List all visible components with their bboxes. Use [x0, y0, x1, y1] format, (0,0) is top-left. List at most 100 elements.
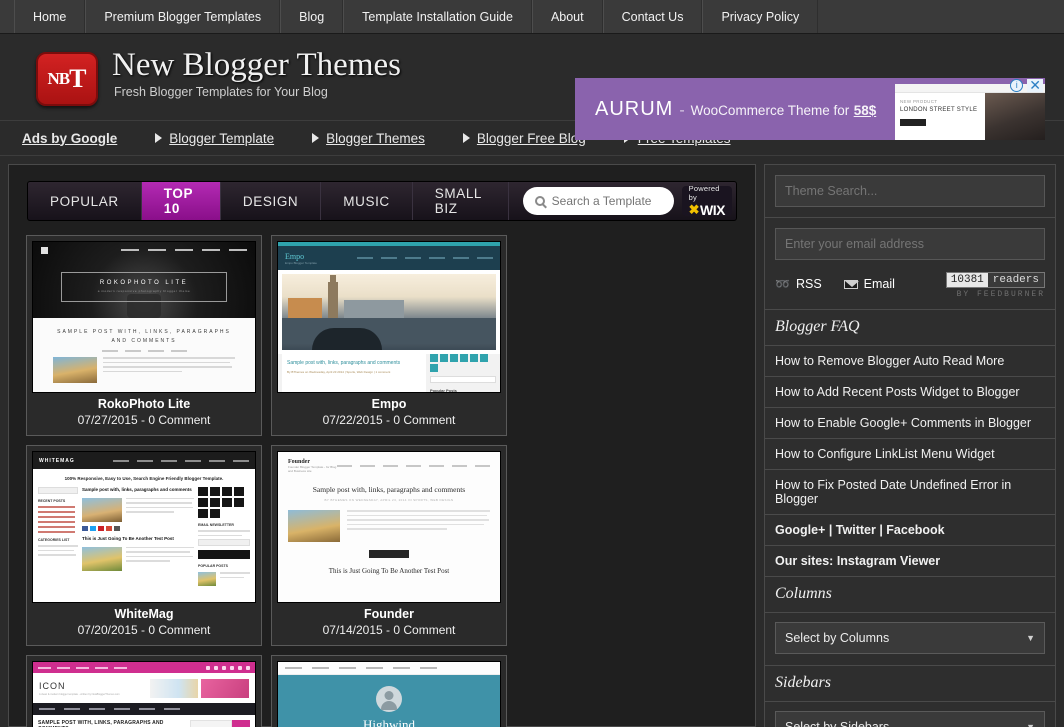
nav-item-blog[interactable]: Blog: [280, 0, 344, 33]
thumb-logo: WHITEMAG: [39, 457, 75, 464]
chevron-down-icon: ▼: [1026, 722, 1035, 727]
theme-card[interactable]: Highwind A Blogger Template by NewBlogge…: [271, 655, 507, 727]
nbt-logo-icon: NB T: [36, 52, 98, 106]
faq-link-posted-date-error[interactable]: How to Fix Posted Date Undefined Error i…: [764, 469, 1056, 514]
ads-link-blogger-themes[interactable]: Blogger Themes: [312, 131, 425, 146]
our-sites-line[interactable]: Our sites: Instagram Viewer: [764, 545, 1056, 576]
ads-link-blogger-free-blog[interactable]: Blogger Free Blog: [462, 131, 586, 146]
logo-text-nb: NB: [47, 69, 71, 88]
thumb-post-title: Sample post with, links, paragraphs and …: [312, 485, 466, 494]
sidebars-heading: Sidebars: [764, 665, 1056, 701]
thumb-post-title-2: This is Just Going To Be Another Test Po…: [82, 535, 174, 541]
rss-icon: ➿: [775, 277, 790, 291]
ad-banner-aurum[interactable]: AURUM - WooCommerce Theme for 58$ NEW PROD…: [575, 78, 1045, 140]
thumb-hero-title: ROKOPHOTO LITE: [99, 280, 189, 286]
ad-body-text: WooCommerce Theme for: [690, 102, 850, 118]
theme-thumbnail: ICON A clean & modern blogger template -…: [32, 661, 256, 727]
theme-meta: 07/20/2015 - 0 Comment: [77, 623, 211, 637]
sidebars-select-value: Select by Sidebars: [785, 720, 890, 727]
sidebars-select-wrap: Select by Sidebars ▼: [764, 701, 1056, 727]
columns-heading: Columns: [764, 576, 1056, 612]
template-search-box[interactable]: [522, 187, 674, 215]
thumb-post-title: Sample post with, links, paragraphs and …: [82, 487, 192, 492]
ad-mock-caption: NEW PRODUCT: [900, 99, 938, 104]
theme-caption: Founder 07/14/2015 - 0 Comment: [277, 603, 501, 640]
columns-select[interactable]: Select by Columns ▼: [775, 622, 1045, 654]
theme-card[interactable]: WHITEMAG 100% Responsive, Easy to Use, S…: [26, 445, 262, 646]
wix-x-icon: ✖: [688, 202, 700, 217]
site-tagline: Fresh Blogger Templates for Your Blog: [114, 84, 328, 99]
columns-select-wrap: Select by Columns ▼: [764, 612, 1056, 665]
thumb-popular-label: POPULAR POSTS: [198, 564, 228, 568]
tab-music[interactable]: MUSIC: [321, 182, 413, 220]
blogger-faq-heading: Blogger FAQ: [764, 309, 1056, 345]
theme-card[interactable]: Empo Empo Blogger Template Sample post w…: [271, 235, 507, 436]
rss-label: RSS: [795, 277, 822, 291]
subscribe-block: ➿ RSS Email 10381 readers BY FEEDBURNER: [764, 217, 1056, 309]
search-icon: [534, 196, 545, 206]
nav-item-contact-us[interactable]: Contact Us: [602, 0, 703, 33]
thumb-post-title: SAMPLE POST WITH, LINKS, PARAGRAPHS AND …: [57, 329, 231, 344]
email-link[interactable]: Email: [843, 277, 895, 291]
theme-name: Empo: [371, 397, 407, 411]
thumb-post-title: Sample post with, links, paragraphs and …: [287, 360, 401, 366]
ads-by-google-label[interactable]: Ads by Google: [22, 131, 117, 146]
ad-price: 58$: [853, 102, 877, 118]
tab-small-biz[interactable]: SMALL BIZ: [413, 182, 509, 220]
thumb-hero-sub: a modern responsive photography blogger …: [97, 289, 191, 293]
nav-item-template-installation-guide[interactable]: Template Installation Guide: [343, 0, 532, 33]
theme-thumbnail: Empo Empo Blogger Template Sample post w…: [277, 241, 501, 393]
top-navigation-bar: Home Premium Blogger Templates Blog Temp…: [0, 0, 1064, 34]
logo-text-t: T: [69, 64, 87, 93]
faq-link-linklist-menu-widget[interactable]: How to Configure LinkList Menu Widget: [764, 438, 1056, 469]
nav-item-premium-blogger-templates[interactable]: Premium Blogger Templates: [85, 0, 281, 33]
theme-caption: RokoPhoto Lite 07/27/2015 - 0 Comment: [32, 393, 256, 430]
theme-caption: WhiteMag 07/20/2015 - 0 Comment: [32, 603, 256, 640]
readers-label: readers: [987, 273, 1044, 287]
tab-popular[interactable]: POPULAR: [28, 182, 142, 220]
main-content: POPULAR TOP 10 DESIGN MUSIC SMALL BIZ Po…: [8, 164, 756, 727]
wix-name: WIX: [700, 202, 725, 218]
ads-link-blogger-template[interactable]: Blogger Template: [155, 131, 274, 146]
theme-thumbnail: WHITEMAG 100% Responsive, Easy to Use, S…: [32, 451, 256, 603]
faq-link-remove-auto-read-more[interactable]: How to Remove Blogger Auto Read More: [764, 345, 1056, 376]
nav-item-about[interactable]: About: [531, 0, 603, 33]
sidebars-select[interactable]: Select by Sidebars ▼: [775, 711, 1045, 727]
theme-search-input[interactable]: [775, 175, 1045, 207]
rss-link[interactable]: ➿ RSS: [775, 277, 822, 291]
theme-card[interactable]: ROKOPHOTO LITE a modern responsive photo…: [26, 235, 262, 436]
readers-count: 10381: [946, 273, 988, 287]
nav-item-home[interactable]: Home: [14, 0, 86, 33]
tab-top-10[interactable]: TOP 10: [141, 182, 221, 220]
tab-design[interactable]: DESIGN: [221, 182, 322, 220]
ad-close-icon[interactable]: ✕: [1027, 78, 1043, 92]
email-subscribe-input[interactable]: [775, 228, 1045, 260]
site-brand[interactable]: NB T New Blogger Themes Fresh Blogger Tem…: [36, 48, 401, 106]
ad-mock-screenshot: NEW PRODUCT LONDON STREET STYLE: [895, 84, 1045, 140]
theme-card[interactable]: ICON A clean & modern blogger template -…: [26, 655, 262, 727]
faq-link-google-plus-comments[interactable]: How to Enable Google+ Comments in Blogge…: [764, 407, 1056, 438]
thumb-logo-sub: Empo Blogger Template: [285, 260, 317, 265]
chevron-down-icon: ▼: [1026, 633, 1035, 643]
social-links-line[interactable]: Google+ | Twitter | Facebook: [764, 514, 1056, 545]
ad-info-icon[interactable]: i: [1010, 79, 1024, 92]
theme-card[interactable]: Founder Founder Blogger Template - for B…: [271, 445, 507, 646]
category-tab-bar: POPULAR TOP 10 DESIGN MUSIC SMALL BIZ Po…: [27, 181, 737, 221]
theme-name: WhiteMag: [114, 607, 174, 621]
ads-link-label: Blogger Template: [169, 130, 275, 146]
theme-grid: ROKOPHOTO LITE a modern responsive photo…: [19, 235, 745, 727]
thumb-post-title: SAMPLE POST WITH, LINKS, PARAGRAPHS AND …: [38, 720, 164, 727]
theme-search-block: [764, 164, 1056, 217]
feedburner-attribution: BY FEEDBURNER: [956, 290, 1045, 299]
search-input[interactable]: [551, 194, 662, 208]
email-label: Email: [863, 277, 895, 291]
thumb-newsletter-label: EMAIL NEWSLETTER: [198, 523, 234, 527]
thumb-logo: ICON: [39, 681, 66, 691]
powered-by-wix-badge[interactable]: Powered by ✖ WIX: [681, 184, 732, 218]
theme-thumbnail: ROKOPHOTO LITE a modern responsive photo…: [32, 241, 256, 393]
triangle-icon: [155, 133, 163, 143]
thumb-tagline: 100% Responsive, Easy to Use, Search Eng…: [64, 476, 224, 481]
faq-link-recent-posts-widget[interactable]: How to Add Recent Posts Widget to Blogge…: [764, 376, 1056, 407]
thumb-post-meta: By BThemes on Wednesday, April 23 2014 |…: [287, 370, 391, 374]
nav-item-privacy-policy[interactable]: Privacy Policy: [702, 0, 819, 33]
